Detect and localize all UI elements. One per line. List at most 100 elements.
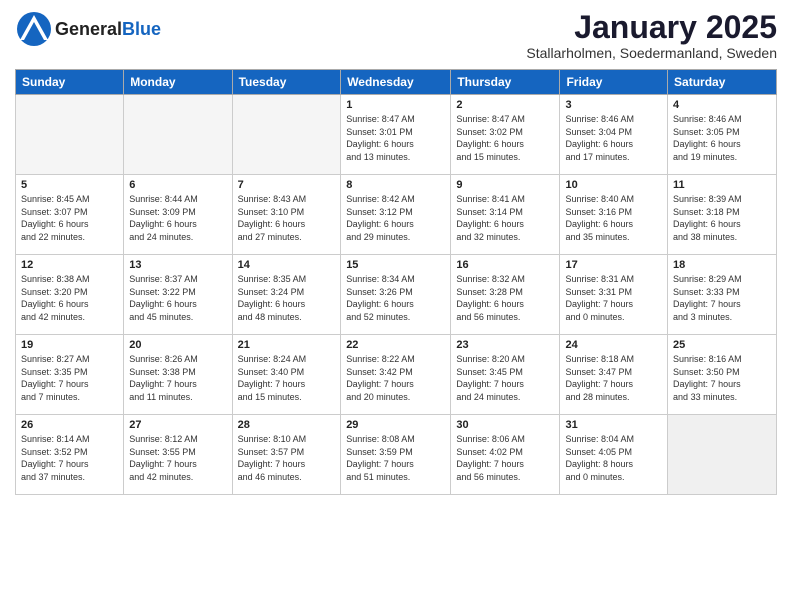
day-info: Sunrise: 8:38 AM Sunset: 3:20 PM Dayligh… <box>21 273 118 323</box>
calendar-cell: 14 Sunrise: 8:35 AM Sunset: 3:24 PM Dayli… <box>232 255 341 335</box>
col-friday: Friday <box>560 70 668 95</box>
calendar-cell: 21Sunrise: 8:24 AM Sunset: 3:40 PM Dayli… <box>232 335 341 415</box>
col-sunday: Sunday <box>16 70 124 95</box>
day-number: 29 <box>346 419 445 431</box>
day-number: 2 <box>456 99 554 111</box>
day-number: 10 <box>565 179 662 191</box>
day-number: 8 <box>346 179 445 191</box>
day-info: Sunrise: 8:39 AM Sunset: 3:18 PM Dayligh… <box>673 193 771 243</box>
day-info: Sunrise: 8:06 AM Sunset: 4:02 PM Dayligh… <box>456 433 554 483</box>
day-number: 3 <box>565 99 662 111</box>
calendar-cell: 31 Sunrise: 8:04 AM Sunset: 4:05 PM Dayli… <box>560 415 668 495</box>
day-number: 27 <box>129 419 226 431</box>
calendar-cell: 1 Sunrise: 8:47 AM Sunset: 3:01 PM Daylig… <box>341 95 451 175</box>
day-info: Sunrise: 8:27 AM Sunset: 3:35 PM Dayligh… <box>21 353 118 403</box>
calendar-cell: 26Sunrise: 8:14 AM Sunset: 3:52 PM Dayli… <box>16 415 124 495</box>
day-info: Sunrise: 8:08 AM Sunset: 3:59 PM Dayligh… <box>346 433 445 483</box>
day-info: Sunrise: 8:16 AM Sunset: 3:50 PM Dayligh… <box>673 353 771 403</box>
day-number: 4 <box>673 99 771 111</box>
day-number: 14 <box>238 259 336 271</box>
day-number: 20 <box>129 339 226 351</box>
month-title: January 2025 <box>526 10 777 45</box>
calendar-cell: 25 Sunrise: 8:16 AM Sunset: 3:50 PM Dayli… <box>668 335 777 415</box>
day-info: Sunrise: 8:44 AM Sunset: 3:09 PM Dayligh… <box>129 193 226 243</box>
logo: GeneralBlue <box>15 10 161 48</box>
col-wednesday: Wednesday <box>341 70 451 95</box>
day-info: Sunrise: 8:35 AM Sunset: 3:24 PM Dayligh… <box>238 273 336 323</box>
day-info: Sunrise: 8:43 AM Sunset: 3:10 PM Dayligh… <box>238 193 336 243</box>
calendar-cell <box>16 95 124 175</box>
calendar-cell: 4 Sunrise: 8:46 AM Sunset: 3:05 PM Daylig… <box>668 95 777 175</box>
day-info: Sunrise: 8:41 AM Sunset: 3:14 PM Dayligh… <box>456 193 554 243</box>
calendar-cell: 17 Sunrise: 8:31 AM Sunset: 3:31 PM Dayli… <box>560 255 668 335</box>
day-number: 17 <box>565 259 662 271</box>
logo-blue-text: Blue <box>122 19 161 39</box>
day-info: Sunrise: 8:22 AM Sunset: 3:42 PM Dayligh… <box>346 353 445 403</box>
day-number: 1 <box>346 99 445 111</box>
day-info: Sunrise: 8:31 AM Sunset: 3:31 PM Dayligh… <box>565 273 662 323</box>
day-number: 15 <box>346 259 445 271</box>
day-info: Sunrise: 8:42 AM Sunset: 3:12 PM Dayligh… <box>346 193 445 243</box>
day-info: Sunrise: 8:46 AM Sunset: 3:05 PM Dayligh… <box>673 113 771 163</box>
day-info: Sunrise: 8:46 AM Sunset: 3:04 PM Dayligh… <box>565 113 662 163</box>
logo-text: GeneralBlue <box>55 19 161 40</box>
calendar-cell <box>124 95 232 175</box>
calendar-cell: 8 Sunrise: 8:42 AM Sunset: 3:12 PM Daylig… <box>341 175 451 255</box>
title-block: January 2025 Stallarholmen, Soedermanlan… <box>526 10 777 61</box>
col-monday: Monday <box>124 70 232 95</box>
calendar-cell: 18Sunrise: 8:29 AM Sunset: 3:33 PM Dayli… <box>668 255 777 335</box>
day-number: 23 <box>456 339 554 351</box>
day-info: Sunrise: 8:26 AM Sunset: 3:38 PM Dayligh… <box>129 353 226 403</box>
col-saturday: Saturday <box>668 70 777 95</box>
day-number: 13 <box>129 259 226 271</box>
calendar-cell: 3 Sunrise: 8:46 AM Sunset: 3:04 PM Daylig… <box>560 95 668 175</box>
day-info: Sunrise: 8:47 AM Sunset: 3:02 PM Dayligh… <box>456 113 554 163</box>
col-tuesday: Tuesday <box>232 70 341 95</box>
day-info: Sunrise: 8:29 AM Sunset: 3:33 PM Dayligh… <box>673 273 771 323</box>
calendar-cell: 2 Sunrise: 8:47 AM Sunset: 3:02 PM Daylig… <box>451 95 560 175</box>
day-info: Sunrise: 8:14 AM Sunset: 3:52 PM Dayligh… <box>21 433 118 483</box>
calendar-cell: 6 Sunrise: 8:44 AM Sunset: 3:09 PM Daylig… <box>124 175 232 255</box>
day-number: 12 <box>21 259 118 271</box>
day-number: 11 <box>673 179 771 191</box>
calendar-cell <box>668 415 777 495</box>
calendar-week-4: 19Sunrise: 8:27 AM Sunset: 3:35 PM Dayli… <box>16 335 777 415</box>
calendar-cell: 11 Sunrise: 8:39 AM Sunset: 3:18 PM Dayli… <box>668 175 777 255</box>
calendar-cell: 7Sunrise: 8:43 AM Sunset: 3:10 PM Daylig… <box>232 175 341 255</box>
day-number: 16 <box>456 259 554 271</box>
day-number: 5 <box>21 179 118 191</box>
calendar-cell: 22 Sunrise: 8:22 AM Sunset: 3:42 PM Dayli… <box>341 335 451 415</box>
calendar-cell: 9Sunrise: 8:41 AM Sunset: 3:14 PM Daylig… <box>451 175 560 255</box>
day-info: Sunrise: 8:10 AM Sunset: 3:57 PM Dayligh… <box>238 433 336 483</box>
day-number: 25 <box>673 339 771 351</box>
day-info: Sunrise: 8:45 AM Sunset: 3:07 PM Dayligh… <box>21 193 118 243</box>
calendar-week-3: 12 Sunrise: 8:38 AM Sunset: 3:20 PM Dayli… <box>16 255 777 335</box>
calendar-cell: 5 Sunrise: 8:45 AM Sunset: 3:07 PM Daylig… <box>16 175 124 255</box>
calendar-cell: 12 Sunrise: 8:38 AM Sunset: 3:20 PM Dayli… <box>16 255 124 335</box>
day-number: 28 <box>238 419 336 431</box>
page-header: GeneralBlue January 2025 Stallarholmen, … <box>15 10 777 61</box>
day-number: 31 <box>565 419 662 431</box>
day-info: Sunrise: 8:47 AM Sunset: 3:01 PM Dayligh… <box>346 113 445 163</box>
calendar-cell: 13Sunrise: 8:37 AM Sunset: 3:22 PM Dayli… <box>124 255 232 335</box>
calendar-cell: 23Sunrise: 8:20 AM Sunset: 3:45 PM Dayli… <box>451 335 560 415</box>
day-number: 24 <box>565 339 662 351</box>
day-info: Sunrise: 8:32 AM Sunset: 3:28 PM Dayligh… <box>456 273 554 323</box>
calendar-cell: 19Sunrise: 8:27 AM Sunset: 3:35 PM Dayli… <box>16 335 124 415</box>
calendar-cell: 29 Sunrise: 8:08 AM Sunset: 3:59 PM Dayli… <box>341 415 451 495</box>
col-thursday: Thursday <box>451 70 560 95</box>
calendar-body: 1 Sunrise: 8:47 AM Sunset: 3:01 PM Daylig… <box>16 95 777 495</box>
logo-general-text: General <box>55 19 122 39</box>
calendar-cell: 16 Sunrise: 8:32 AM Sunset: 3:28 PM Dayli… <box>451 255 560 335</box>
day-number: 22 <box>346 339 445 351</box>
calendar-week-5: 26Sunrise: 8:14 AM Sunset: 3:52 PM Dayli… <box>16 415 777 495</box>
day-info: Sunrise: 8:12 AM Sunset: 3:55 PM Dayligh… <box>129 433 226 483</box>
calendar-cell <box>232 95 341 175</box>
day-number: 6 <box>129 179 226 191</box>
day-info: Sunrise: 8:34 AM Sunset: 3:26 PM Dayligh… <box>346 273 445 323</box>
day-info: Sunrise: 8:04 AM Sunset: 4:05 PM Dayligh… <box>565 433 662 483</box>
day-number: 30 <box>456 419 554 431</box>
logo-icon <box>15 10 53 48</box>
location-text: Stallarholmen, Soedermanland, Sweden <box>526 45 777 61</box>
calendar-week-2: 5 Sunrise: 8:45 AM Sunset: 3:07 PM Daylig… <box>16 175 777 255</box>
